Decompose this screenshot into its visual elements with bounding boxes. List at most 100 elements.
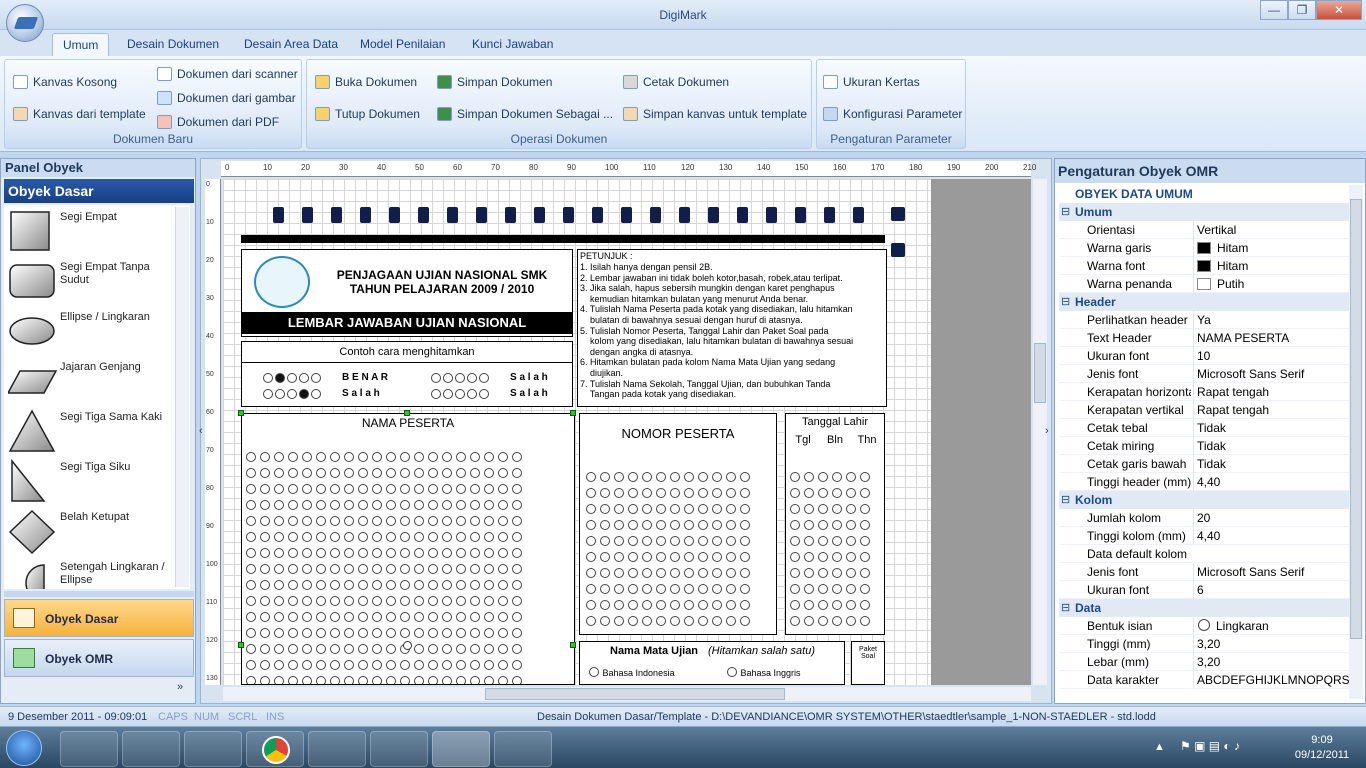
answer-bubble[interactable] [656,488,666,498]
answer-bubble[interactable] [386,596,396,606]
answer-bubble[interactable] [832,504,842,514]
answer-bubble[interactable] [670,536,680,546]
answer-bubble[interactable] [358,676,368,684]
answer-bubble[interactable] [344,500,354,510]
answer-bubble[interactable] [818,536,828,546]
answer-bubble[interactable] [470,644,480,654]
answer-bubble[interactable] [642,536,652,546]
answer-bubble[interactable] [512,676,522,684]
answer-bubble[interactable] [498,612,508,622]
answer-bubble[interactable] [274,644,284,654]
answer-bubble[interactable] [656,472,666,482]
answer-bubble[interactable] [246,500,256,510]
answer-bubble[interactable] [302,532,312,542]
answer-bubble[interactable] [614,472,624,482]
answer-bubble[interactable] [740,568,750,578]
answer-bubble[interactable] [274,580,284,590]
answer-bubble[interactable] [302,516,312,526]
shape-segi-empat[interactable]: Segi Empat [4,207,176,257]
answer-bubble[interactable] [386,580,396,590]
property-value[interactable]: Ya [1193,311,1349,329]
shape-segi-tiga-siku[interactable]: Segi Tiga Siku [4,457,176,507]
answer-bubble[interactable] [302,612,312,622]
answer-bubble[interactable] [484,612,494,622]
answer-bubble[interactable] [670,504,680,514]
answer-bubble[interactable] [484,580,494,590]
answer-bubble[interactable] [330,564,340,574]
answer-bubble[interactable] [260,516,270,526]
answer-bubble[interactable] [484,500,494,510]
answer-bubble[interactable] [614,520,624,530]
answer-bubble[interactable] [288,484,298,494]
dokumen-gambar-button[interactable]: Dokumen dari gambar [157,88,296,108]
answer-bubble[interactable] [260,612,270,622]
answer-bubble[interactable] [442,500,452,510]
taskbar-chrome-icon[interactable] [246,731,304,767]
property-value[interactable]: Tidak [1193,437,1349,455]
answer-bubble[interactable] [288,628,298,638]
answer-bubble[interactable] [330,516,340,526]
taskbar-app-icon[interactable] [308,731,366,767]
answer-bubble[interactable] [860,616,870,626]
answer-bubble[interactable] [670,488,680,498]
answer-bubble[interactable] [260,564,270,574]
answer-bubble[interactable] [344,452,354,462]
answer-bubble[interactable] [288,548,298,558]
answer-bubble[interactable] [330,660,340,670]
answer-bubble[interactable] [512,564,522,574]
answer-bubble[interactable] [712,568,722,578]
answer-bubble[interactable] [274,612,284,622]
answer-bubble[interactable] [740,472,750,482]
answer-bubble[interactable] [712,536,722,546]
option-bahasa-indonesia[interactable]: Bahasa Indonesia [588,666,675,678]
taskbar-explorer-icon[interactable] [60,731,118,767]
answer-bubble[interactable] [274,452,284,462]
property-value[interactable]: Putih [1193,275,1349,293]
property-value[interactable]: 6 [1193,581,1349,599]
answer-bubble[interactable] [586,504,596,514]
answer-bubble[interactable] [358,564,368,574]
answer-bubble[interactable] [302,660,312,670]
kanvas-kosong-button[interactable]: Kanvas Kosong [13,72,117,92]
answer-bubble[interactable] [832,616,842,626]
answer-bubble[interactable] [656,616,666,626]
answer-bubble[interactable] [302,596,312,606]
answer-bubble[interactable] [698,536,708,546]
answer-bubble[interactable] [698,568,708,578]
answer-bubble[interactable] [470,452,480,462]
answer-bubble[interactable] [400,516,410,526]
answer-bubble[interactable] [740,536,750,546]
answer-bubble[interactable] [600,520,610,530]
answer-bubble[interactable] [330,644,340,654]
tray-icons[interactable]: ⚑ ▣ ▤ ◐ ♪ [1180,739,1270,755]
answer-bubble[interactable] [860,552,870,562]
answer-bubble[interactable] [330,452,340,462]
answer-bubble[interactable] [260,580,270,590]
answer-bubble[interactable] [442,484,452,494]
answer-bubble[interactable] [372,500,382,510]
clock[interactable]: 9:09 09/12/2011 [1292,733,1352,763]
answer-bubble[interactable] [712,600,722,610]
answer-bubble[interactable] [712,520,722,530]
answer-bubble[interactable] [614,616,624,626]
answer-bubble[interactable] [344,548,354,558]
answer-bubble[interactable] [260,484,270,494]
answer-bubble[interactable] [512,612,522,622]
answer-bubble[interactable] [400,676,410,684]
property-row[interactable]: Ukuran font 6 [1059,581,1349,599]
answer-bubble[interactable] [330,628,340,638]
simpan-sebagai-button[interactable]: Simpan Dokumen Sebagai ... [437,104,613,124]
answer-bubble[interactable] [804,584,814,594]
simpan-kanvas-template-button[interactable]: Simpan kanvas untuk template [623,104,807,124]
answer-bubble[interactable] [386,548,396,558]
answer-bubble[interactable] [274,468,284,478]
answer-bubble[interactable] [846,536,856,546]
answer-bubble[interactable] [804,568,814,578]
answer-bubble[interactable] [386,484,396,494]
answer-bubble[interactable] [470,532,480,542]
canvas-horizontal-scrollbar[interactable] [223,687,1031,701]
answer-bubble[interactable] [428,596,438,606]
answer-bubble[interactable] [614,568,624,578]
answer-bubble[interactable] [498,628,508,638]
answer-bubble[interactable] [428,660,438,670]
